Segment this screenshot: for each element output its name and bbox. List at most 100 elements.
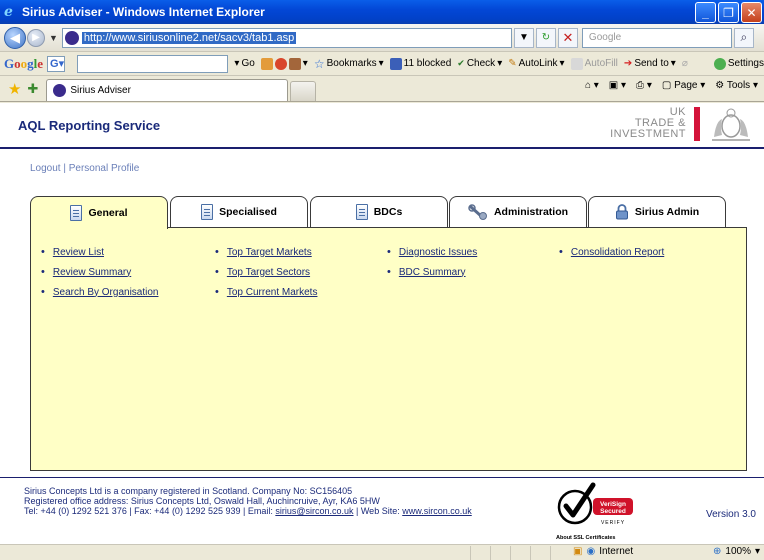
status-divider xyxy=(510,545,511,560)
footer-line: Registered office address: Sirius Concep… xyxy=(24,496,380,506)
list-item: Review List xyxy=(41,242,158,262)
close-button[interactable]: ✕ xyxy=(741,2,762,23)
address-dropdown-icon[interactable]: ▼ xyxy=(513,27,534,48)
minimize-button[interactable]: _ xyxy=(695,2,716,23)
verisign-label: VeriSign xyxy=(600,501,626,508)
diagnostic-issues-link[interactable]: Diagnostic Issues xyxy=(399,247,477,258)
verisign-badge[interactable]: VeriSign Secured VERIFY xyxy=(555,481,635,543)
top-current-markets-link[interactable]: Top Current Markets xyxy=(227,287,318,298)
pagerank-icon xyxy=(274,57,287,70)
forward-button[interactable]: ▶ xyxy=(27,28,45,47)
new-tab-button[interactable] xyxy=(290,81,317,101)
main-tabs: General Specialised BDCs Administration … xyxy=(30,196,748,229)
autolink-button[interactable]: ✎ AutoLink ▾ xyxy=(508,58,564,69)
page-menu[interactable]: ▢ Page ▾ xyxy=(662,80,705,91)
secured-label: Secured xyxy=(600,508,626,515)
sendto-icon: ➔ xyxy=(623,58,633,69)
royal-crest-icon xyxy=(712,108,750,141)
zoom-control[interactable]: ⊕ 100% ▾ xyxy=(713,546,760,557)
site-favicon-icon xyxy=(64,30,79,45)
search-icon[interactable]: ⌕ xyxy=(733,27,754,48)
google-go-button[interactable]: ▾ Go xyxy=(234,58,254,69)
list-item: Search By Organisation xyxy=(41,282,159,302)
tab-bdcs[interactable]: BDCs xyxy=(310,196,448,227)
link-separator: | xyxy=(60,163,69,174)
settings-button[interactable]: Settings xyxy=(713,57,764,70)
bookmarks-label: Bookmarks xyxy=(326,58,377,69)
list-item: Consolidation Report xyxy=(559,242,664,262)
consolidation-report-link[interactable]: Consolidation Report xyxy=(571,247,664,258)
tab-administration[interactable]: Administration xyxy=(449,196,587,227)
blocker-icon xyxy=(389,57,402,70)
popup-blocker-button[interactable]: 11 blocked xyxy=(389,57,451,70)
list-item: BDC Summary xyxy=(387,262,477,282)
tab-sirius-admin[interactable]: Sirius Admin xyxy=(588,196,726,227)
sendto-label: Send to xyxy=(634,58,669,69)
settings-icon xyxy=(713,57,726,70)
google-search-input[interactable] xyxy=(77,54,229,73)
review-summary-link[interactable]: Review Summary xyxy=(53,267,131,278)
website-link[interactable]: www.sircon.co.uk xyxy=(402,506,472,516)
tab-label: Specialised xyxy=(219,206,277,218)
puzzle-icon xyxy=(288,57,301,70)
feeds-icon[interactable]: ▣ ▾ xyxy=(609,80,626,91)
status-divider xyxy=(470,545,471,560)
autolink-icon: ✎ xyxy=(508,58,517,69)
browser-tab-label: Sirius Adviser xyxy=(70,85,131,96)
ssl-caption[interactable]: About SSL Certificates xyxy=(556,535,616,541)
personal-profile-link[interactable]: Personal Profile xyxy=(69,163,140,174)
stop-button[interactable]: ✕ xyxy=(557,27,578,48)
spellcheck-button[interactable]: ✔ Check ▾ xyxy=(457,58,502,69)
print-icon[interactable]: ⎙ ▾ xyxy=(636,80,652,91)
google-toolbar: Google G▾ ▾ Go ▾ ☆ Bookmarks ▾ 11 blocked … xyxy=(0,52,764,76)
document-icon xyxy=(355,204,368,220)
refresh-button[interactable]: ↻ xyxy=(535,27,556,48)
maximize-button[interactable]: ❐ xyxy=(718,2,739,23)
check-label: Check xyxy=(466,58,496,69)
status-bar: ▣ ◉ Internet ⊕ 100% ▾ xyxy=(0,544,764,560)
tab-label: Administration xyxy=(493,206,569,218)
autofill-button[interactable]: AutoFill xyxy=(570,57,618,70)
security-zone[interactable]: ▣ ◉ Internet xyxy=(573,546,633,557)
top-target-sectors-link[interactable]: Top Target Sectors xyxy=(227,267,310,278)
window-title: Sirius Adviser - Windows Internet Explor… xyxy=(22,5,265,19)
top-target-markets-link[interactable]: Top Target Markets xyxy=(227,247,312,258)
toolbar-buttons[interactable]: ▾ xyxy=(260,57,308,70)
review-list-link[interactable]: Review List xyxy=(53,247,104,258)
footer-contact-text: | Web Site: xyxy=(353,506,403,516)
zone-label: Internet xyxy=(599,546,634,557)
footer-contact-line: Tel: +44 (0) 1292 521 376 | Fax: +44 (0)… xyxy=(24,506,472,516)
favorites-star-icon[interactable]: ★ xyxy=(8,80,21,98)
address-url: http://www.siriusonline2.net/sacv3/tab1.… xyxy=(81,31,297,44)
ukti-logo: UK TRADE & INVESTMENT xyxy=(610,107,686,140)
history-dropdown-icon[interactable]: ▼ xyxy=(49,33,58,43)
search-input[interactable]: Google xyxy=(581,27,732,48)
add-favorite-icon[interactable]: ✚ xyxy=(27,81,38,97)
logout-link[interactable]: Logout xyxy=(30,163,61,174)
browser-tab[interactable]: Sirius Adviser xyxy=(46,79,289,101)
autolink-label: AutoLink xyxy=(518,58,558,69)
address-field[interactable]: http://www.siriusonline2.net/sacv3/tab1.… xyxy=(61,27,512,48)
footer-company-info: Sirius Concepts Ltd is a company registe… xyxy=(24,486,472,516)
tools-menu[interactable]: ⚙ Tools ▾ xyxy=(715,80,758,91)
list-item: Review Summary xyxy=(41,262,158,282)
site-favicon-icon xyxy=(53,84,67,97)
tab-general[interactable]: General xyxy=(30,196,168,229)
menu-column: Diagnostic Issues BDC Summary xyxy=(387,242,477,282)
status-divider xyxy=(550,545,551,560)
tab-specialised[interactable]: Specialised xyxy=(170,196,308,227)
email-link[interactable]: sirius@sircon.co.uk xyxy=(275,506,353,516)
google-menu-button[interactable]: G▾ xyxy=(47,55,66,72)
search-by-organisation-link[interactable]: Search By Organisation xyxy=(53,287,159,298)
star-icon: ☆ xyxy=(313,56,325,71)
list-item: Top Target Sectors xyxy=(215,262,317,282)
news-icon xyxy=(260,57,273,70)
google-logo: Google xyxy=(4,55,44,71)
bookmarks-button[interactable]: ☆ Bookmarks ▾ xyxy=(314,57,384,71)
command-bar: ⌂ ▾ ▣ ▾ ⎙ ▾ ▢ Page ▾ ⚙ Tools ▾ xyxy=(585,80,758,91)
bdc-summary-link[interactable]: BDC Summary xyxy=(399,267,466,278)
sendto-button[interactable]: ➔ Send to ▾ xyxy=(624,58,676,69)
home-icon[interactable]: ⌂ ▾ xyxy=(585,80,599,91)
document-icon xyxy=(70,205,83,221)
back-button[interactable]: ◀ xyxy=(4,26,26,49)
